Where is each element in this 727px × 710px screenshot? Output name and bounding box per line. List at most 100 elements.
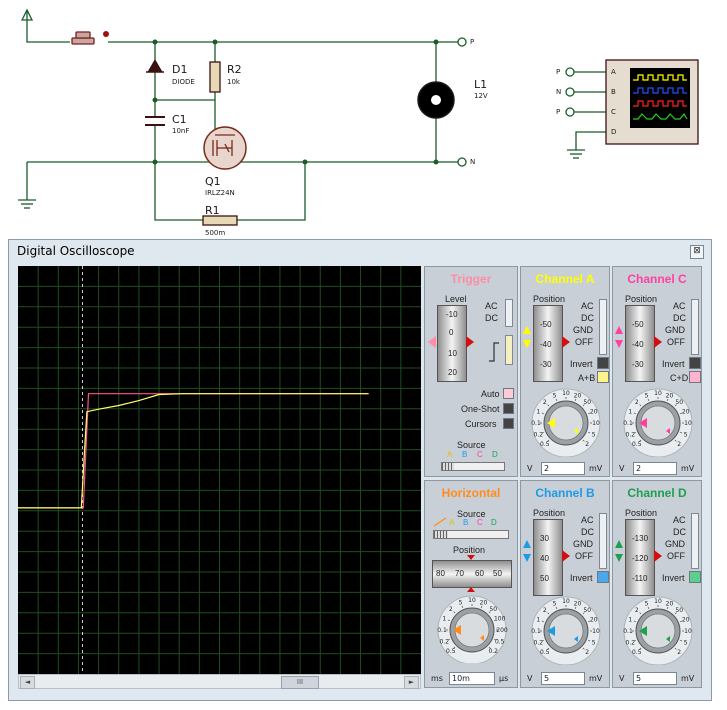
channel-a-coupling-switch[interactable] <box>599 299 607 355</box>
horizontal-scrollbar[interactable]: ◄ III ► <box>18 674 421 689</box>
channel-d-position-arrows-icon <box>615 540 623 562</box>
channel-a-position-marker-icon <box>562 336 570 348</box>
horizontal-position-mark-4: 50 <box>493 569 502 578</box>
trigger-source-slider[interactable] <box>441 462 505 471</box>
channel-b-invert-label: Invert <box>570 573 593 583</box>
channel-c-dial-mark-2: 0.2 <box>626 431 636 438</box>
terminal-p-label: P <box>470 38 475 46</box>
channel-a-position-arrows-icon <box>523 326 531 348</box>
window-title: Digital Oscilloscope <box>17 244 135 258</box>
channel-d-position-drum[interactable]: -130 -120 -110 <box>625 519 655 596</box>
channel-c-invert-button[interactable] <box>689 357 701 369</box>
channel-d-invert-button[interactable] <box>689 571 701 583</box>
scope-screen <box>18 266 421 674</box>
channel-d-dial-mark-12: 5 <box>684 639 688 646</box>
d1-ref: D1 <box>172 63 188 76</box>
channel-d-off-label: OFF <box>667 551 685 561</box>
channel-c-coupling-switch[interactable] <box>691 299 699 355</box>
horizontal-position-mark-1: 80 <box>436 569 445 578</box>
channel-b-scale-2: 40 <box>540 554 549 563</box>
horizontal-source-a: A <box>449 518 455 527</box>
trigger-level-label: Level <box>445 294 467 304</box>
horizontal-source-slider[interactable] <box>433 530 509 539</box>
channel-d-scale-3: -110 <box>632 574 648 583</box>
close-button[interactable]: ⊠ <box>690 245 704 259</box>
horizontal-panel: Horizontal Source A B C D Position 80 70… <box>424 480 518 688</box>
trigger-level-drum[interactable]: -10 0 10 20 <box>437 305 467 382</box>
channel-d-scale-2: -120 <box>632 554 649 563</box>
channel-d-dial-mark-1: 0.5 <box>632 649 642 656</box>
channel-a-combo-button[interactable] <box>597 371 609 383</box>
trigger-edge-switch[interactable] <box>505 335 513 365</box>
channel-c-combo-button[interactable] <box>689 371 701 383</box>
channel-c-gnd-label: GND <box>665 325 685 335</box>
channel-c-dial-mark-11: 10 <box>684 420 692 427</box>
channel-d-dial-mark-5: 2 <box>635 607 639 614</box>
channel-c-dial-mark-12: 5 <box>684 431 688 438</box>
horizontal-dial-mark-9: 50 <box>489 606 497 613</box>
trigger-auto-button[interactable] <box>503 388 514 399</box>
trigger-oneshot-button[interactable] <box>503 403 514 414</box>
channel-a-position-drum[interactable]: -50 -40 -30 <box>533 305 563 382</box>
channel-b-volts-knob[interactable]: 0.50.20.1125 10 2050201052 <box>523 593 609 665</box>
horizontal-timebase-knob[interactable]: 0.5 0.2 0.1 125 10 2050 100 200 0.5 0.2 <box>427 593 517 663</box>
scroll-right-button[interactable]: ► <box>404 676 419 689</box>
channel-a-volts-knob[interactable]: 0.50.20.1125 10 2050201052 <box>523 385 609 457</box>
trigger-source-d: D <box>492 450 498 459</box>
scroll-left-button[interactable]: ◄ <box>20 676 35 689</box>
trigger-coupling-switch[interactable] <box>505 299 513 327</box>
channel-a-unit-left: V <box>527 464 533 473</box>
channel-c-unit-left: V <box>619 464 625 473</box>
channel-c-position-label: Position <box>625 294 658 304</box>
channel-d-coupling-switch[interactable] <box>691 513 699 569</box>
trigger-level-mark-2: 0 <box>449 328 454 337</box>
channel-b-dial-mark-7: 10 <box>562 598 570 605</box>
scope-input-d-channel: D <box>611 128 617 136</box>
channel-c-dial-mark-8: 20 <box>666 392 674 399</box>
horizontal-source-slider-thumb[interactable] <box>434 531 448 538</box>
channel-a-dial-mark-2: 0.2 <box>534 431 544 438</box>
channel-c-dial-mark-6: 5 <box>645 392 649 399</box>
channel-b-position-arrows-icon <box>523 540 531 562</box>
channel-a-dial-mark-4: 1 <box>536 409 540 416</box>
channel-a-dial-mark-12: 5 <box>592 431 596 438</box>
channel-b-invert-button[interactable] <box>597 571 609 583</box>
scroll-thumb[interactable]: III <box>281 676 319 689</box>
trigger-cursors-button[interactable] <box>503 418 514 429</box>
oscilloscope-window: Digital Oscilloscope ⊠ ◄ III ► Trigger L… <box>8 239 712 701</box>
channel-d-dc-label: DC <box>673 527 686 537</box>
channel-c-combo-label: C+D <box>670 373 689 383</box>
horizontal-dial-mark-11: 200 <box>496 627 508 634</box>
r2-ref: R2 <box>227 63 242 76</box>
horizontal-timebase-value[interactable]: 10m <box>449 672 495 685</box>
channel-b-volts-value[interactable]: 5 <box>541 672 585 685</box>
horizontal-dial-mark-3: 0.1 <box>437 627 447 634</box>
channel-b-gnd-label: GND <box>573 539 593 549</box>
trigger-source-slider-thumb[interactable] <box>442 463 454 470</box>
channel-b-off-label: OFF <box>575 551 593 561</box>
scope-input-a-terminal: P <box>556 68 561 76</box>
channel-c-position-drum[interactable]: -50 -40 -30 <box>625 305 655 382</box>
channel-c-volts-knob[interactable]: 0.50.20.1125 10 2050201052 <box>615 385 701 457</box>
channel-b-position-drum[interactable]: 30 40 50 <box>533 519 563 596</box>
channel-d-gnd-label: GND <box>665 539 685 549</box>
channel-a-invert-button[interactable] <box>597 357 609 369</box>
channel-c-volts-value[interactable]: 2 <box>633 462 677 475</box>
channel-a-volts-value[interactable]: 2 <box>541 462 585 475</box>
channel-d-position-label: Position <box>625 508 658 518</box>
channel-c-dial-mark-1: 0.5 <box>632 441 642 448</box>
channel-c-scale-2: -40 <box>632 340 644 349</box>
channel-b-dial-mark-8: 20 <box>574 600 582 607</box>
channel-a-dial-mark-3: 0.1 <box>531 420 541 427</box>
channel-b-coupling-switch[interactable] <box>599 513 607 569</box>
trigger-source-b: B <box>462 450 468 459</box>
q1-value: IRLZ24N <box>205 189 235 197</box>
horizontal-title: Horizontal <box>441 486 501 500</box>
channel-d-volts-knob[interactable]: 0.50.20.1125 10 2050201052 <box>615 593 701 665</box>
q1-ref: Q1 <box>205 175 221 188</box>
channel-b-scale-3: 50 <box>540 574 549 583</box>
horizontal-position-drum[interactable]: 80 70 60 50 <box>432 560 512 588</box>
channel-d-volts-value[interactable]: 5 <box>633 672 677 685</box>
channel-a-dial-mark-11: 10 <box>592 420 600 427</box>
horizontal-dial-mark-13: 0.2 <box>488 648 498 655</box>
